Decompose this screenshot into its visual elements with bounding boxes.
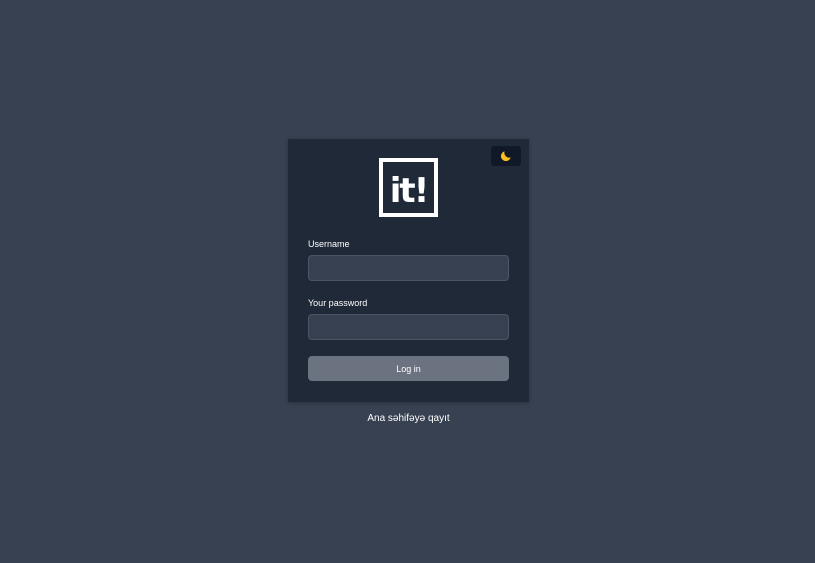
logo-text: it! bbox=[390, 171, 427, 211]
moon-icon bbox=[500, 151, 511, 162]
logo: it! bbox=[379, 158, 438, 217]
login-card: it! Username Your password Log in bbox=[288, 139, 529, 402]
theme-toggle-button[interactable] bbox=[491, 146, 521, 166]
password-input[interactable] bbox=[308, 314, 509, 340]
back-to-home-link[interactable]: Ana səhifəyə qayıt bbox=[288, 413, 529, 424]
password-label: Your password bbox=[308, 298, 368, 308]
login-button[interactable]: Log in bbox=[308, 356, 509, 381]
username-input[interactable] bbox=[308, 255, 509, 281]
username-label: Username bbox=[308, 239, 350, 249]
